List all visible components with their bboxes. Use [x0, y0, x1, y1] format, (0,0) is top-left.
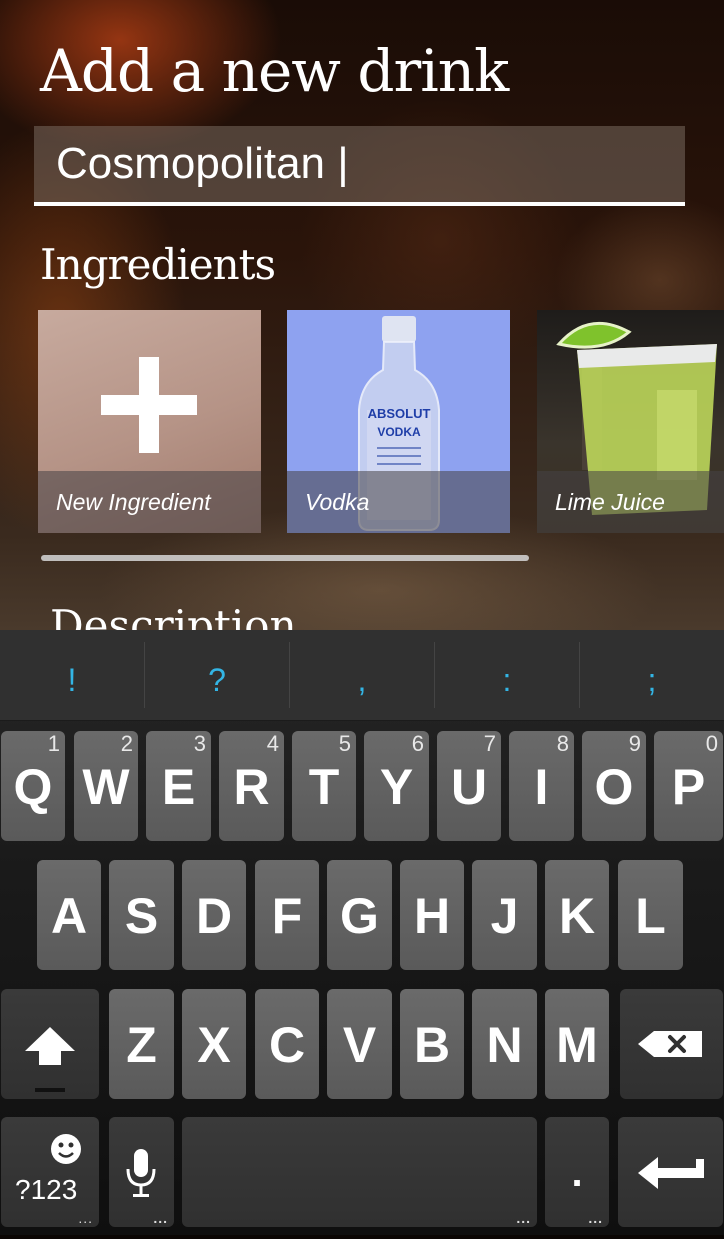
suggestion-question[interactable]: ?: [145, 630, 289, 720]
more-dots: ...: [153, 1210, 168, 1226]
enter-key[interactable]: [618, 1117, 723, 1227]
key-a[interactable]: A: [37, 860, 101, 970]
suggestion-comma[interactable]: ,: [290, 630, 434, 720]
period-key[interactable]: . ...: [545, 1117, 609, 1227]
voice-input-key[interactable]: ...: [109, 1117, 174, 1227]
enter-arrow-icon: [638, 1157, 704, 1189]
key-y[interactable]: 6Y: [364, 731, 429, 841]
vodka-brand-text: ABSOLUT: [368, 406, 431, 421]
soft-keyboard: ! ? , : ; 1Q 2W 3E 4R 5T 6Y 7U 8I 9O 0P …: [0, 630, 724, 1235]
shift-key[interactable]: [1, 989, 99, 1099]
ingredient-label: New Ingredient: [38, 471, 261, 533]
ingredient-tile-vodka[interactable]: ABSOLUT VODKA Vodka: [287, 310, 510, 533]
key-k[interactable]: K: [545, 860, 609, 970]
key-r[interactable]: 4R: [219, 731, 284, 841]
ingredient-label: Vodka: [287, 471, 510, 533]
key-e[interactable]: 3E: [146, 731, 211, 841]
key-z[interactable]: Z: [109, 989, 174, 1099]
key-o[interactable]: 9O: [582, 731, 646, 841]
suggestion-strip: ! ? , : ;: [0, 630, 724, 721]
key-f[interactable]: F: [255, 860, 319, 970]
key-d[interactable]: D: [182, 860, 246, 970]
backspace-key[interactable]: [620, 989, 723, 1099]
suggestion-colon[interactable]: :: [435, 630, 579, 720]
key-m[interactable]: M: [545, 989, 609, 1099]
key-u[interactable]: 7U: [437, 731, 501, 841]
space-key[interactable]: ...: [182, 1117, 537, 1227]
key-c[interactable]: C: [255, 989, 319, 1099]
key-n[interactable]: N: [472, 989, 537, 1099]
key-s[interactable]: S: [109, 860, 174, 970]
more-dots: ...: [588, 1210, 603, 1226]
drink-name-field[interactable]: [34, 126, 685, 206]
key-i[interactable]: 8I: [509, 731, 574, 841]
key-h[interactable]: H: [400, 860, 464, 970]
ingredients-scrollbar[interactable]: [41, 555, 529, 561]
key-l[interactable]: L: [618, 860, 683, 970]
key-x[interactable]: X: [182, 989, 246, 1099]
key-v[interactable]: V: [327, 989, 392, 1099]
key-p[interactable]: 0P: [654, 731, 723, 841]
key-b[interactable]: B: [400, 989, 464, 1099]
key-q[interactable]: 1Q: [1, 731, 65, 841]
more-dots: ...: [78, 1210, 93, 1226]
more-dots: ...: [516, 1210, 531, 1226]
key-j[interactable]: J: [472, 860, 537, 970]
symbols-key-label: ?123: [15, 1174, 78, 1205]
description-title: Description: [50, 601, 297, 630]
emoji-icon: [51, 1134, 81, 1164]
suggestion-exclamation[interactable]: !: [0, 630, 144, 720]
backspace-icon: [638, 1031, 702, 1057]
key-g[interactable]: G: [327, 860, 392, 970]
ingredient-tile-lime-juice[interactable]: Lime Juice: [537, 310, 724, 533]
new-ingredient-tile[interactable]: New Ingredient: [38, 310, 261, 533]
key-t[interactable]: 5T: [292, 731, 356, 841]
key-w[interactable]: 2W: [74, 731, 138, 841]
drink-name-input[interactable]: [56, 136, 656, 192]
vodka-product-text: VODKA: [377, 425, 421, 439]
symbols-key[interactable]: ?123 ...: [1, 1117, 99, 1227]
suggestion-semicolon[interactable]: ;: [580, 630, 724, 720]
ingredients-title: Ingredients: [40, 240, 276, 289]
page-title: Add a new drink: [40, 37, 509, 105]
shift-arrow-icon: [25, 1027, 75, 1092]
ingredient-label: Lime Juice: [537, 471, 724, 533]
